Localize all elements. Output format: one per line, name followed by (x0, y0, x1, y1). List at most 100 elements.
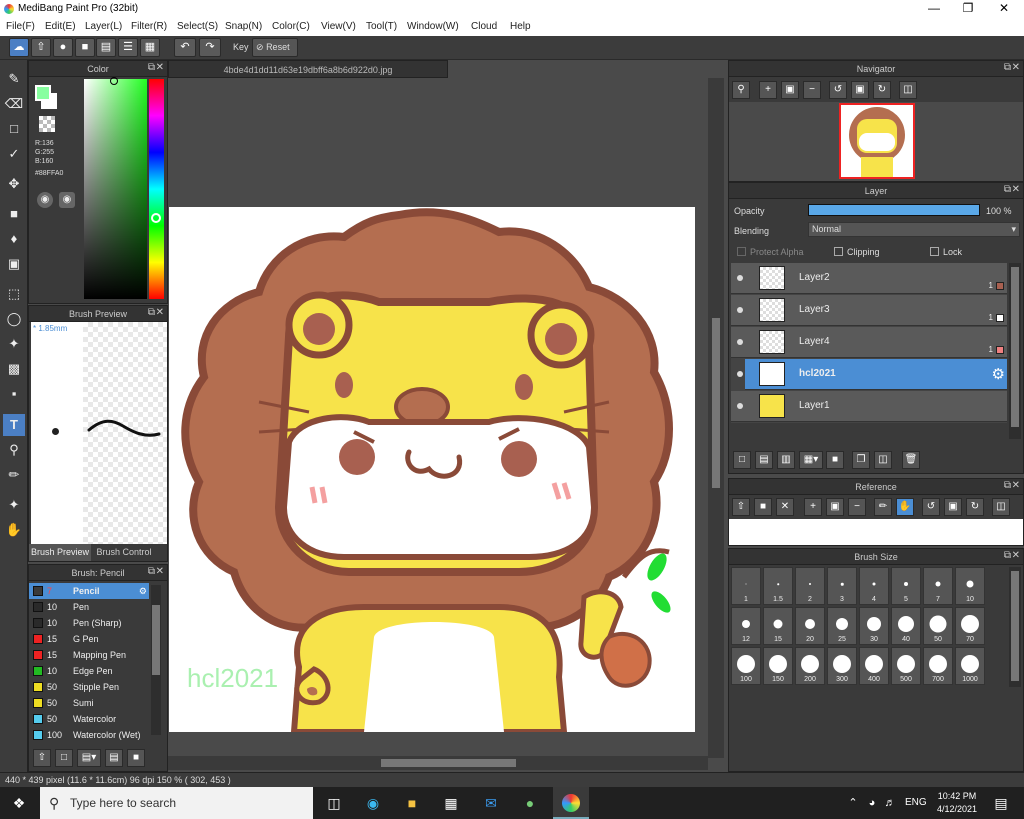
menu-select[interactable]: Select(S) (177, 21, 218, 32)
close-panel-icon[interactable]: ✕ (1012, 62, 1020, 73)
brush-size-option[interactable]: 1 (731, 567, 761, 605)
float-icon[interactable]: ⧉ (148, 566, 155, 577)
float-icon[interactable]: ⧉ (148, 62, 155, 73)
folder-icon[interactable]: ■ (127, 749, 145, 767)
brush-size-option[interactable]: 15 (763, 607, 793, 645)
vertical-scrollbar[interactable] (708, 78, 724, 758)
float-icon[interactable]: ⧉ (1004, 550, 1011, 561)
brush-size-option[interactable]: 3 (827, 567, 857, 605)
horizontal-scrollbar[interactable] (168, 756, 708, 770)
float-icon[interactable]: ⧉ (1004, 480, 1011, 491)
taskbar-search[interactable]: ⚲ Type here to search (40, 787, 313, 819)
horizontal-scrollbar-thumb[interactable] (381, 759, 516, 767)
text-tool-icon[interactable]: T (3, 414, 25, 436)
layer-row-layer1[interactable]: Layer1 (731, 391, 1007, 422)
navigator-view[interactable] (729, 102, 1023, 181)
brush-size-option[interactable]: 10 (955, 567, 985, 605)
brush-size-option[interactable]: 40 (891, 607, 921, 645)
brush-size-option[interactable]: 2 (795, 567, 825, 605)
select-eraser-icon[interactable]: ▪ (3, 383, 25, 405)
actual-size-icon[interactable]: ▣ (944, 498, 962, 516)
actual-size-icon[interactable]: ▣ (851, 81, 869, 99)
tab-brush-preview[interactable]: Brush Preview (29, 544, 91, 561)
select-pen-icon[interactable]: ✓ (3, 143, 25, 165)
fit-icon[interactable]: ▣ (781, 81, 799, 99)
close-button[interactable]: ✕ (986, 0, 1022, 18)
layer-row-layer3[interactable]: Layer3 1 (731, 295, 1007, 326)
brush-tool-icon[interactable]: ✎ (3, 68, 25, 90)
brush-size-option[interactable]: 50 (923, 607, 953, 645)
layer-row-hcl2021[interactable]: hcl2021 ⚙ (745, 359, 1007, 390)
sv-picker-handle[interactable] (110, 77, 118, 85)
drawing-canvas[interactable]: hcl2021 (169, 207, 695, 732)
open-reference-icon[interactable]: ■ (754, 498, 772, 516)
document-tab[interactable]: 4bde4d1dd11d63e19dbff6a8b6d922d0.jpg (168, 60, 448, 78)
saturation-value-picker[interactable] (84, 79, 147, 299)
document-icon[interactable]: ▤ (96, 38, 116, 57)
language-indicator[interactable]: ENG (905, 797, 927, 808)
menu-file[interactable]: File(F) (6, 21, 35, 32)
gear-icon[interactable]: ⚙ (992, 365, 1005, 383)
zoom-in-icon[interactable]: + (759, 81, 777, 99)
upload-reference-icon[interactable]: ⇧ (732, 498, 750, 516)
notification-icon[interactable]: ▤ (990, 793, 1012, 813)
brush-size-option[interactable]: 1.5 (763, 567, 793, 605)
menu-filter[interactable]: Filter(R) (131, 21, 167, 32)
brush-size-option[interactable]: 400 (859, 647, 889, 685)
color-settings-icon[interactable]: ◉ (59, 192, 75, 208)
close-panel-icon[interactable]: ✕ (1012, 184, 1020, 195)
maximize-button[interactable]: ❐ (950, 0, 986, 18)
brush-size-option[interactable]: 300 (827, 647, 857, 685)
layer-list-scrollbar[interactable] (1009, 263, 1021, 439)
hue-slider-handle[interactable] (151, 213, 161, 223)
new-halftone-layer-icon[interactable]: ▤ (755, 451, 773, 469)
fit-icon[interactable]: ▣ (826, 498, 844, 516)
foreground-color-swatch[interactable] (35, 85, 51, 101)
visibility-eye-icon[interactable] (737, 339, 743, 345)
brush-size-option[interactable]: 25 (827, 607, 857, 645)
hue-slider[interactable] (149, 79, 164, 299)
visibility-eye-icon[interactable] (737, 275, 743, 281)
close-panel-icon[interactable]: ✕ (1012, 550, 1020, 561)
comment-icon[interactable]: ● (53, 38, 73, 57)
select-pen-tool-icon[interactable]: ▩ (3, 358, 25, 380)
upload-brush-icon[interactable]: ⇧ (33, 749, 51, 767)
menu-tool[interactable]: Tool(T) (366, 21, 397, 32)
menu-layer[interactable]: Layer(L) (85, 21, 122, 32)
redo-icon[interactable]: ↷ (199, 38, 221, 57)
rectangle-tool-icon[interactable]: □ (3, 118, 25, 140)
brush-size-option[interactable]: 150 (763, 647, 793, 685)
zoom-in-icon[interactable]: + (804, 498, 822, 516)
brush-size-option[interactable]: 12 (731, 607, 761, 645)
tab-brush-control[interactable]: Brush Control (91, 544, 157, 561)
layer-row-layer2[interactable]: Layer2 1 (731, 263, 1007, 294)
scrollbar-thumb[interactable] (152, 605, 160, 675)
transparent-color-swatch[interactable] (39, 116, 55, 132)
visibility-eye-icon[interactable] (737, 403, 743, 409)
brush-size-option[interactable]: 5 (891, 567, 921, 605)
reset-button[interactable]: ⊘ Reset (252, 38, 298, 57)
brush-item-pen[interactable]: 10 Pen (29, 599, 149, 615)
float-icon[interactable]: ⧉ (1004, 184, 1011, 195)
operation-tool-icon[interactable]: ⚲ (3, 439, 25, 461)
selection-tool-icon[interactable]: ⬚ (3, 283, 25, 305)
cloud-icon[interactable]: ☁ (9, 38, 29, 57)
brush-size-option[interactable]: 1000 (955, 647, 985, 685)
visibility-eye-icon[interactable] (737, 371, 743, 377)
brush-size-option[interactable]: 7 (923, 567, 953, 605)
add-brush-icon[interactable]: ▤▾ (77, 749, 101, 767)
fill-shape-icon[interactable]: ■ (3, 203, 25, 225)
close-panel-icon[interactable]: ✕ (156, 566, 164, 577)
move-tool-icon[interactable]: ✥ (3, 173, 25, 195)
chevron-up-icon[interactable]: ⌃ (845, 793, 861, 813)
lasso-tool-icon[interactable]: ◯ (3, 308, 25, 330)
brush-size-option[interactable]: 20 (795, 607, 825, 645)
close-panel-icon[interactable]: ✕ (1012, 480, 1020, 491)
eyedropper-icon[interactable]: ✏ (874, 498, 892, 516)
brush-item-sumi[interactable]: 50 Sumi (29, 695, 149, 711)
divide-tool-icon[interactable]: ✏ (3, 464, 25, 486)
edge-icon[interactable]: ◉ (362, 793, 384, 813)
menu-edit[interactable]: Edit(E) (45, 21, 76, 32)
delete-layer-icon[interactable]: 🗑 (902, 451, 920, 469)
brush-size-option[interactable]: 700 (923, 647, 953, 685)
